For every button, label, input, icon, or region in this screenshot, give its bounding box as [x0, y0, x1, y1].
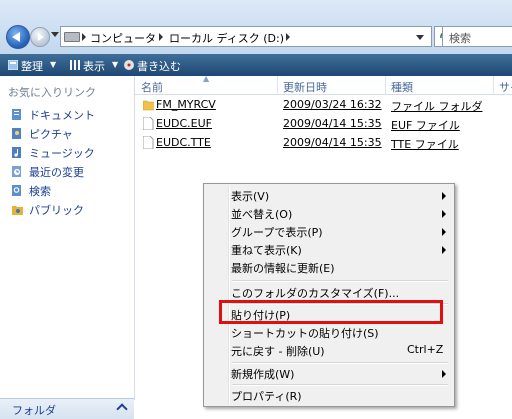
- menu-item-group-by[interactable]: グループで表示(P): [231, 224, 323, 240]
- file-modified: 2009/03/24 16:32: [283, 98, 382, 111]
- folders-label: フォルダ: [12, 404, 56, 417]
- chevron-up-icon: [116, 403, 128, 415]
- views-dropdown-icon[interactable]: ▼: [112, 60, 118, 69]
- submenu-arrow-icon: [442, 370, 446, 378]
- menu-item-view[interactable]: 表示(V): [231, 188, 269, 204]
- file-modified: 2009/04/14 15:35: [283, 117, 382, 130]
- recent-changes-icon: [12, 166, 21, 177]
- file-type: ファイル フォルダ: [391, 100, 483, 113]
- file-name: FM_MYRCV: [156, 98, 216, 111]
- sidebar-item-label: 最近の変更: [29, 166, 84, 179]
- drive-icon: [64, 32, 80, 42]
- folder-icon: [143, 100, 154, 111]
- public-folder-icon: [12, 206, 23, 215]
- file-modified: 2009/04/14 15:35: [283, 136, 382, 149]
- search-placeholder: 検索: [449, 32, 471, 45]
- column-header-type[interactable]: 種類: [391, 79, 413, 95]
- submenu-arrow-icon: [442, 246, 446, 254]
- views-icon: [70, 60, 80, 70]
- file-row[interactable]: EUDC.EUF 2009/04/14 15:35 EUF ファイル: [135, 115, 512, 133]
- column-header-size[interactable]: サイ: [499, 79, 512, 95]
- organize-dropdown-icon[interactable]: ▼: [50, 60, 56, 69]
- menu-item-undo-delete[interactable]: 元に戻す - 削除(U): [231, 343, 325, 359]
- organize-icon: [8, 60, 18, 70]
- menu-separator: [232, 384, 448, 386]
- address-dropdown-icon[interactable]: [416, 35, 424, 40]
- column-headers: 名前 ▲ 更新日時 種類 サイ: [135, 74, 512, 95]
- music-icon: [12, 147, 21, 158]
- context-menu: 表示(V) 並べ替え(O) グループで表示(P) 重ねて表示(K) 最新の情報に…: [203, 183, 455, 407]
- file-icon: [143, 136, 154, 149]
- menu-separator: [232, 280, 448, 282]
- breadcrumb-local-disk[interactable]: ローカル ディスク (D:): [169, 30, 284, 46]
- sidebar-item-label: ミュージック: [29, 147, 95, 160]
- file-icon: [143, 117, 154, 130]
- column-header-name[interactable]: 名前: [141, 79, 163, 95]
- menu-item-sort-by[interactable]: 並べ替え(O): [231, 206, 292, 222]
- menu-separator: [232, 362, 448, 364]
- breadcrumb-computer[interactable]: コンピュータ: [90, 30, 156, 46]
- submenu-arrow-icon: [442, 192, 446, 200]
- sidebar-item-label: パブリック: [29, 204, 84, 217]
- search-input[interactable]: 検索: [442, 26, 512, 47]
- back-button[interactable]: [6, 25, 30, 49]
- organize-button[interactable]: 整理: [21, 58, 43, 74]
- file-row[interactable]: EUDC.TTE 2009/04/14 15:35 TTE ファイル: [135, 134, 512, 152]
- file-row[interactable]: FM_MYRCV 2009/03/24 16:32 ファイル フォルダ: [135, 96, 512, 114]
- address-area: コンピュータ ローカル ディスク (D:) 検索: [0, 0, 512, 54]
- column-header-modified[interactable]: 更新日時: [283, 79, 327, 95]
- views-button[interactable]: 表示: [83, 58, 105, 74]
- file-name: EUDC.TTE: [156, 136, 211, 149]
- menu-item-paste-shortcut[interactable]: ショートカットの貼り付け(S): [231, 325, 379, 341]
- file-name: EUDC.EUF: [156, 117, 212, 130]
- pictures-icon: [12, 128, 21, 139]
- search-folder-icon: [12, 185, 21, 196]
- sidebar-item-label: ドキュメント: [29, 109, 95, 122]
- burn-disc-icon: [124, 60, 134, 70]
- folders-toggle[interactable]: フォルダ: [0, 398, 134, 419]
- command-toolbar: 整理 ▼ 表示 ▼ 書き込む: [0, 54, 512, 76]
- menu-item-new[interactable]: 新規作成(W): [231, 366, 294, 382]
- menu-item-refresh[interactable]: 最新の情報に更新(E): [231, 260, 335, 276]
- submenu-arrow-icon: [442, 210, 446, 218]
- forward-button[interactable]: [30, 27, 50, 47]
- address-bar[interactable]: コンピュータ ローカル ディスク (D:): [60, 26, 432, 47]
- file-type: TTE ファイル: [391, 138, 459, 151]
- file-type: EUF ファイル: [391, 119, 460, 132]
- breadcrumb-separator-icon[interactable]: [286, 33, 290, 41]
- sidebar-item-label: ピクチャ: [29, 128, 73, 141]
- breadcrumb-separator-icon[interactable]: [159, 33, 163, 41]
- menu-item-properties[interactable]: プロパティ(R): [231, 388, 302, 404]
- navigation-pane: お気に入りリンク ドキュメント ピクチャ ミュージック 最近の変更 検索 パブリ…: [0, 76, 135, 400]
- submenu-arrow-icon: [442, 228, 446, 236]
- menu-item-customize-folder[interactable]: このフォルダのカスタマイズ(F)...: [231, 285, 399, 301]
- recent-pages-chevron-down-icon[interactable]: [51, 32, 59, 37]
- breadcrumb-separator-icon[interactable]: [82, 33, 86, 41]
- menu-item-stack-by[interactable]: 重ねて表示(K): [231, 242, 302, 258]
- sidebar-item-label: 検索: [29, 185, 51, 198]
- burn-button[interactable]: 書き込む: [137, 58, 181, 74]
- documents-icon: [12, 109, 21, 120]
- sort-ascending-icon: ▲: [203, 74, 210, 83]
- undo-shortcut-key: Ctrl+Z: [407, 343, 444, 356]
- paste-highlight-box: [219, 300, 443, 324]
- favorite-links-heading: お気に入りリンク: [8, 86, 96, 99]
